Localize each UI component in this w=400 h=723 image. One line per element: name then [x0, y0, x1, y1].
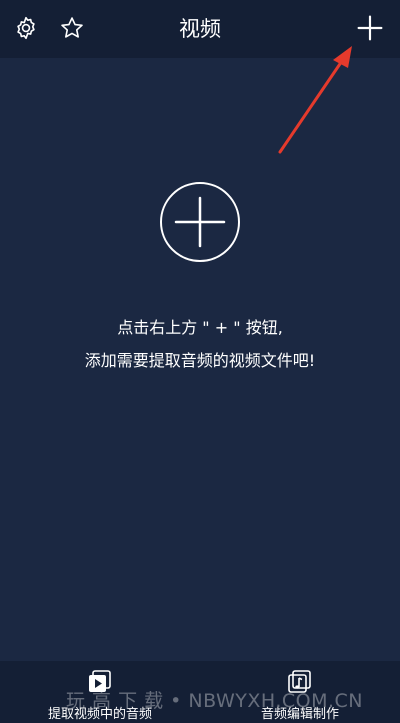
music-note-icon: [288, 670, 311, 693]
center-add-button[interactable]: [159, 181, 241, 263]
app-screen: 视频 点击右上方 " + " 按钮, 添加需要提取音频的视频文件吧! 提取视频中…: [0, 0, 400, 723]
video-play-icon: [89, 670, 111, 692]
plus-icon: [357, 15, 383, 41]
empty-hint-line-2: 添加需要提取音频的视频文件吧!: [84, 351, 316, 370]
tab-extract-audio-label: 提取视频中的音频: [47, 707, 152, 722]
tab-audio-edit[interactable]: 音频编辑制作: [230, 661, 370, 723]
tab-extract-audio[interactable]: 提取视频中的音频: [30, 661, 170, 723]
bottom-nav: 提取视频中的音频 音频编辑制作: [0, 661, 400, 723]
tab-audio-edit-label: 音频编辑制作: [260, 707, 339, 722]
circle-plus-icon: [160, 182, 240, 262]
pointer-arrow-icon: [278, 46, 352, 154]
gear-icon: [17, 16, 35, 40]
star-icon: [61, 17, 83, 38]
favorite-button[interactable]: [52, 8, 92, 48]
empty-hint-line-1: 点击右上方 " + " 按钮,: [117, 318, 283, 337]
settings-button[interactable]: [6, 8, 46, 48]
